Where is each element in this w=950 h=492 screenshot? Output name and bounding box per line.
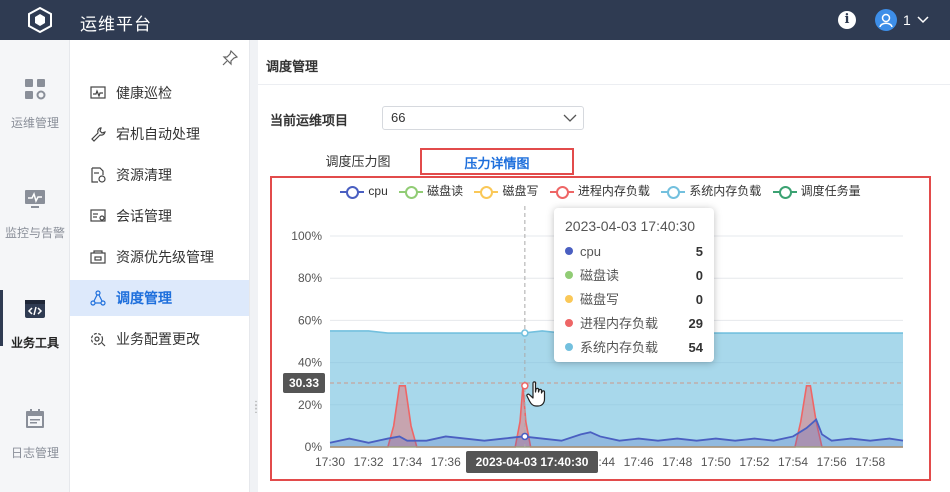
health-chart-icon <box>90 86 106 99</box>
tooltip-row: 磁盘写 0 <box>565 288 703 312</box>
top-bar: 运维平台 i 1 <box>0 0 950 40</box>
sub-nav: 健康巡检 宕机自动处理 资源清理 会话管理 资源优先级管理 调度管理 业务配置更… <box>70 40 250 492</box>
user-avatar-icon[interactable] <box>875 9 897 31</box>
hand-pointer-icon <box>526 381 546 407</box>
tooltip-row: 系统内存负载 54 <box>565 336 703 360</box>
subnav-item-config-change[interactable]: 业务配置更改 <box>70 321 249 357</box>
config-gear-icon <box>90 332 106 347</box>
tab-schedule-pressure[interactable]: 调度压力图 <box>298 148 418 175</box>
legend-item-disk-write[interactable]: 磁盘写 <box>474 182 539 199</box>
legend-swatch <box>340 185 365 199</box>
legend-label: 调度任务量 <box>800 184 861 198</box>
tooltip-label: 进程内存负载 <box>580 316 659 331</box>
tooltip-row: 进程内存负载 29 <box>565 312 703 336</box>
tooltip-label: 系统内存负载 <box>580 340 659 355</box>
subnav-item-label: 资源清理 <box>116 167 172 183</box>
subnav-item-auto-recovery[interactable]: 宕机自动处理 <box>70 116 249 152</box>
document-clean-icon <box>91 167 106 183</box>
legend-swatch <box>399 185 424 199</box>
legend-label: 进程内存负载 <box>577 184 650 198</box>
project-select[interactable]: 66 <box>382 106 584 130</box>
project-select-value: 66 <box>391 110 406 125</box>
subnav-item-label: 宕机自动处理 <box>116 126 200 142</box>
tooltip-row: 磁盘读 0 <box>565 264 703 288</box>
legend-item-schedule-tasks[interactable]: 调度任务量 <box>772 182 861 199</box>
tooltip-value: 54 <box>688 340 703 355</box>
subnav-item-label: 调度管理 <box>116 290 172 306</box>
priority-icon <box>90 250 106 264</box>
chevron-down-icon <box>563 114 577 122</box>
tooltip-value: 0 <box>695 268 703 283</box>
tooltip-label: cpu <box>580 244 601 259</box>
session-icon <box>90 209 106 222</box>
chevron-down-icon[interactable] <box>917 12 929 26</box>
subnav-item-label: 会话管理 <box>116 208 172 224</box>
legend-item-system-memory[interactable]: 系统内存负载 <box>661 182 761 199</box>
calendar-icon <box>26 409 44 428</box>
legend-swatch <box>772 185 797 199</box>
monitor-icon <box>25 190 45 208</box>
subnav-item-schedule-management[interactable]: 调度管理 <box>70 280 249 316</box>
main-nav-rail: 运维管理 监控与告警 业务工具 日志管理 <box>0 40 70 492</box>
rail-item-monitor[interactable]: 监控与告警 <box>0 188 70 241</box>
rail-item-label: 业务工具 <box>10 336 59 350</box>
tooltip-dot <box>565 343 573 351</box>
rail-item-business-tools[interactable]: 业务工具 <box>0 290 70 351</box>
chart-tooltip: 2023-04-03 17:40:30 cpu 5 磁盘读 0 磁盘写 0 进程内存负… <box>554 208 714 362</box>
tooltip-dot <box>565 295 573 303</box>
subnav-item-session-management[interactable]: 会话管理 <box>70 198 249 234</box>
rail-item-label: 运维管理 <box>10 116 59 130</box>
rail-item-label: 监控与告警 <box>4 226 65 240</box>
dashboard-icon <box>25 79 46 100</box>
legend-item-cpu[interactable]: cpu <box>340 184 388 199</box>
tooltip-value: 5 <box>695 244 703 259</box>
rail-item-logs[interactable]: 日志管理 <box>0 408 70 461</box>
tooltip-label: 磁盘写 <box>580 292 620 307</box>
info-icon[interactable]: i <box>838 11 856 29</box>
rail-item-label: 日志管理 <box>10 446 59 460</box>
tooltip-label: 磁盘读 <box>580 268 620 283</box>
header-divider <box>258 84 950 85</box>
tooltip-title: 2023-04-03 17:40:30 <box>565 218 695 234</box>
user-name[interactable]: 1 <box>903 12 911 28</box>
y-axis-pointer-label: 30.33 <box>283 373 325 393</box>
legend-item-process-memory[interactable]: 进程内存负载 <box>549 182 650 199</box>
subnav-item-health-check[interactable]: 健康巡检 <box>70 75 249 111</box>
subnav-item-label: 资源优先级管理 <box>116 249 214 265</box>
subnav-item-priority-management[interactable]: 资源优先级管理 <box>70 239 249 275</box>
wrench-icon <box>91 127 106 142</box>
chart-legend: cpu 磁盘读 磁盘写 进程内存负载 系统内存负载 调度任务量 <box>272 182 929 199</box>
legend-swatch <box>474 185 499 199</box>
tab-pressure-detail[interactable]: 压力详情图 <box>420 148 574 175</box>
legend-label: 磁盘写 <box>502 184 539 198</box>
legend-swatch <box>661 185 686 199</box>
subnav-item-label: 健康巡检 <box>116 85 172 101</box>
app-title: 运维平台 <box>80 15 152 34</box>
legend-swatch <box>549 185 574 199</box>
rail-item-ops[interactable]: 运维管理 <box>0 78 70 131</box>
tooltip-dot <box>565 319 573 327</box>
x-axis-pointer-label: 2023-04-03 17:40:30 <box>466 451 598 473</box>
legend-item-disk-read[interactable]: 磁盘读 <box>399 182 463 199</box>
legend-label: 磁盘读 <box>427 184 464 198</box>
tooltip-dot <box>565 247 573 255</box>
subnav-item-label: 业务配置更改 <box>116 331 200 347</box>
code-icon <box>25 300 45 318</box>
cube-logo-icon[interactable] <box>26 6 54 34</box>
legend-label: cpu <box>368 184 388 198</box>
tooltip-row: cpu 5 <box>565 240 703 264</box>
pin-icon[interactable] <box>222 50 238 66</box>
subnav-item-resource-cleanup[interactable]: 资源清理 <box>70 157 249 193</box>
project-field-label: 当前运维项目 <box>270 113 349 128</box>
tooltip-dot <box>565 271 573 279</box>
schedule-icon <box>90 290 106 306</box>
legend-label: 系统内存负载 <box>689 184 762 198</box>
tooltip-value: 0 <box>695 292 703 307</box>
tooltip-value: 29 <box>688 316 703 331</box>
breadcrumb: 调度管理 <box>266 59 319 74</box>
